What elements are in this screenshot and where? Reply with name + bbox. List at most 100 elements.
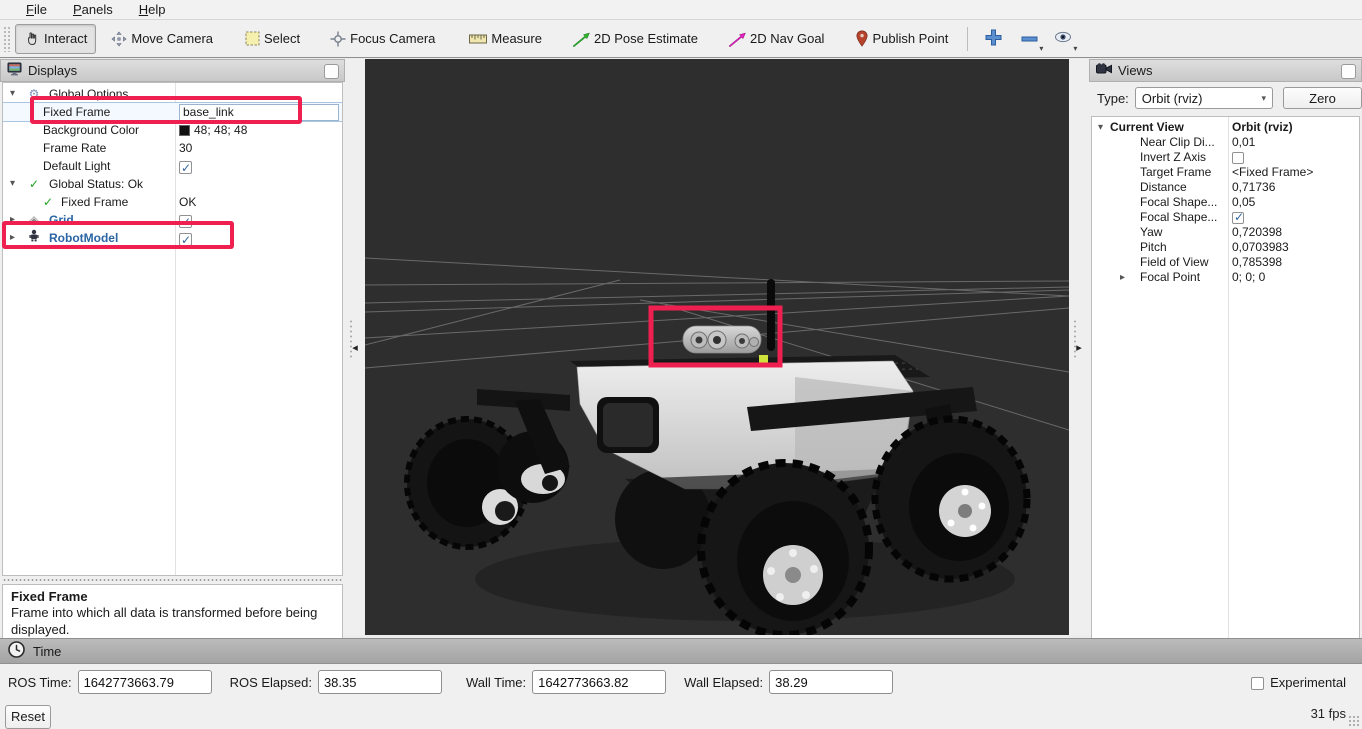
robot-render — [365, 59, 1069, 635]
experimental-label: Experimental — [1270, 675, 1346, 690]
view-type-row: Type: Orbit (rviz) ▾ Zero — [1089, 86, 1362, 110]
grid-enabled-checkbox[interactable] — [179, 215, 192, 228]
3d-viewport[interactable] — [365, 59, 1069, 635]
tree-row-fixed-frame-status[interactable]: ✓ Fixed Frame OK — [3, 193, 342, 211]
field-label: Wall Elapsed: — [684, 675, 763, 690]
tree-row-frame-rate[interactable]: Frame Rate 30 — [3, 139, 342, 157]
tree-row-global-options[interactable]: ▾ ⚙ Global Options — [3, 85, 342, 103]
view-row-yaw[interactable]: Yaw 0,720398 — [1092, 225, 1359, 240]
view-row-pitch[interactable]: Pitch 0,0703983 — [1092, 240, 1359, 255]
hand-icon — [24, 31, 40, 47]
view-type-combobox[interactable]: Orbit (rviz) ▾ — [1135, 87, 1273, 109]
magenta-arrow-icon — [728, 31, 746, 47]
expander-down-icon[interactable]: ▾ — [10, 85, 15, 103]
view-row-focal-shape-fixed[interactable]: Focal Shape... — [1092, 210, 1359, 225]
menu-panels[interactable]: Panels — [73, 2, 113, 17]
ros-elapsed-input[interactable] — [318, 670, 442, 694]
color-swatch[interactable] — [179, 125, 190, 136]
row-label: Focal Point — [1140, 270, 1200, 285]
time-panel-header[interactable]: Time — [0, 638, 1362, 664]
tree-row-default-light[interactable]: Default Light — [3, 157, 342, 175]
gear-icon: ⚙ — [27, 85, 41, 103]
remove-tool-button[interactable]: ▾ — [1014, 24, 1044, 54]
collapse-right-arrow-icon[interactable]: ▸ — [1076, 341, 1082, 354]
tool-label: 2D Pose Estimate — [594, 31, 698, 46]
expander-right-icon[interactable]: ▸ — [1120, 270, 1125, 285]
view-row-distance[interactable]: Distance 0,71736 — [1092, 180, 1359, 195]
right-wheel — [875, 419, 1027, 579]
tree-row-grid[interactable]: ▸ ◈ Grid — [3, 211, 342, 229]
experimental-toggle[interactable]: Experimental — [1251, 675, 1346, 690]
toolbar-grip[interactable] — [3, 26, 11, 52]
row-label: Background Color — [43, 121, 139, 139]
expander-down-icon[interactable]: ▾ — [1098, 120, 1103, 135]
tool-2d-pose-estimate[interactable]: 2D Pose Estimate — [563, 24, 707, 54]
view-row-current-view[interactable]: ▾ Current View Orbit (rviz) — [1092, 120, 1359, 135]
displays-panel-header[interactable]: Displays — [0, 59, 345, 82]
tree-row-robotmodel[interactable]: ▸ RobotModel — [3, 229, 342, 247]
panel-float-button[interactable] — [1341, 64, 1356, 79]
view-row-focal-point[interactable]: ▸ Focal Point 0; 0; 0 — [1092, 270, 1359, 285]
help-title: Fixed Frame — [11, 589, 334, 605]
tool-move-camera[interactable]: Move Camera — [102, 24, 222, 54]
robotmodel-enabled-checkbox[interactable] — [179, 233, 192, 246]
expander-right-icon[interactable]: ▸ — [10, 211, 15, 229]
tool-measure[interactable]: Measure — [460, 24, 551, 54]
reset-button[interactable]: Reset — [5, 705, 51, 729]
add-tool-button[interactable] — [978, 24, 1008, 54]
displays-panel: Displays ▾ ⚙ Global Options Fixed Frame … — [0, 59, 345, 635]
right-splitter[interactable]: ▸ — [1069, 59, 1089, 635]
minus-icon — [1021, 31, 1038, 46]
experimental-checkbox[interactable] — [1251, 677, 1264, 690]
view-row-target-frame[interactable]: Target Frame <Fixed Frame> — [1092, 165, 1359, 180]
tool-publish-point[interactable]: Publish Point — [847, 24, 957, 54]
tree-row-background-color[interactable]: Background Color 48; 48; 48 — [3, 121, 342, 139]
panel-float-button[interactable] — [324, 64, 339, 79]
window-resize-grip[interactable] — [1348, 715, 1360, 727]
row-label: Fixed Frame — [43, 103, 110, 121]
left-splitter[interactable]: ◂ — [345, 59, 365, 635]
menu-help[interactable]: Help — [139, 2, 166, 17]
wall-time-input[interactable] — [532, 670, 666, 694]
tool-focus-camera[interactable]: Focus Camera — [321, 24, 444, 54]
collapse-left-arrow-icon[interactable]: ◂ — [352, 341, 358, 354]
invert-z-checkbox[interactable] — [1232, 152, 1244, 164]
default-light-checkbox[interactable] — [179, 161, 192, 174]
help-splitter-handle[interactable] — [2, 576, 343, 584]
view-row-invert-z[interactable]: Invert Z Axis — [1092, 150, 1359, 165]
row-label: RobotModel — [49, 229, 118, 247]
focus-crosshair-icon — [330, 31, 346, 47]
tool-label: 2D Nav Goal — [750, 31, 824, 46]
type-label: Type: — [1097, 91, 1129, 106]
expander-right-icon[interactable]: ▸ — [10, 229, 15, 247]
view-row-field-of-view[interactable]: Field of View 0,785398 — [1092, 255, 1359, 270]
field-label: Wall Time: — [466, 675, 526, 690]
focal-shape-checkbox[interactable] — [1232, 212, 1244, 224]
view-row-focal-shape-size[interactable]: Focal Shape... 0,05 — [1092, 195, 1359, 210]
tool-visibility-button[interactable]: ▾ — [1048, 24, 1078, 54]
row-label: Current View — [1110, 120, 1184, 135]
help-text: Frame into which all data is transformed… — [11, 605, 317, 636]
wall-elapsed-input[interactable] — [769, 670, 893, 694]
time-panel-body: ROS Time: ROS Elapsed: Wall Time: Wall E… — [0, 664, 1362, 729]
view-row-near-clip[interactable]: Near Clip Di... 0,01 — [1092, 135, 1359, 150]
tree-row-fixed-frame[interactable]: Fixed Frame base_link — [3, 103, 342, 121]
menu-bar: File Panels Help — [0, 0, 1362, 20]
tool-label: Measure — [491, 31, 542, 46]
tool-2d-nav-goal[interactable]: 2D Nav Goal — [719, 24, 833, 54]
row-value: 0,01 — [1232, 135, 1255, 150]
toolbar: Interact Move Camera Select Focus Camera… — [0, 20, 1362, 58]
fps-counter: 31 fps — [1311, 706, 1346, 721]
row-value: 48; 48; 48 — [194, 121, 247, 139]
tool-select[interactable]: Select — [236, 24, 309, 54]
tool-label: Focus Camera — [350, 31, 435, 46]
ros-time-input[interactable] — [78, 670, 212, 694]
fixed-frame-value[interactable]: base_link — [179, 104, 339, 121]
menu-file[interactable]: File — [26, 2, 47, 17]
expander-down-icon[interactable]: ▾ — [10, 175, 15, 193]
tree-row-global-status[interactable]: ▾ ✓ Global Status: Ok — [3, 175, 342, 193]
views-panel-header[interactable]: Views — [1089, 59, 1362, 82]
row-value: 0,0703983 — [1232, 240, 1289, 255]
zero-button[interactable]: Zero — [1283, 87, 1362, 109]
tool-interact[interactable]: Interact — [15, 24, 96, 54]
